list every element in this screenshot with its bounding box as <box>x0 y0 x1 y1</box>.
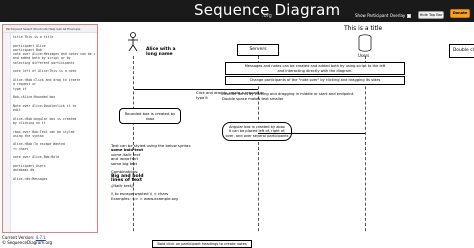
angular-box-note[interactable]: Angular box is created by abox It can be… <box>222 122 292 141</box>
top-bar: Sequence Diagram .org Show Participant O… <box>0 0 474 22</box>
participant-double-click[interactable]: Double cli <box>449 44 474 58</box>
arrow-to-db[interactable] <box>258 133 365 134</box>
editor-toolbar[interactable]: Participant Select Shortcuts Help Get Al… <box>3 25 97 33</box>
copyright: © SequenceDiagram.org <box>2 240 53 245</box>
script-editor[interactable]: Participant Select Shortcuts Help Get Al… <box>2 24 98 233</box>
database-label: Users <box>358 53 370 58</box>
participant-servers[interactable]: Servers <box>237 44 279 56</box>
diagram-title: This is a title <box>344 25 383 32</box>
hide-top-bar-button[interactable]: Hide Top Bar <box>418 11 444 19</box>
formatted-line: Examples: <> = www.example.org <box>111 195 178 201</box>
participant-overlay-toggle[interactable]: Show Participant Overlay <box>355 13 412 18</box>
note-messages[interactable]: Messages and notes can be created and ad… <box>225 62 405 75</box>
overlay-label: Show Participant Overlay <box>355 13 406 18</box>
line-number-gutter <box>3 33 11 232</box>
donate-button[interactable]: Donate <box>450 9 470 18</box>
actor-stickman-icon[interactable] <box>124 32 142 52</box>
database-icon[interactable] <box>358 34 372 52</box>
version-info: Current Version: 4.7.1 © SequenceDiagram… <box>2 235 52 245</box>
editor-line[interactable]: Alice->db:Messages <box>13 177 95 181</box>
arrow-request[interactable] <box>134 89 258 90</box>
rounded-box-note[interactable]: Rounded box is created by rbox <box>119 108 181 124</box>
bottom-note[interactable]: Bold click on participant headings to cr… <box>152 240 252 248</box>
editor-text[interactable]: title This is a title participant Alice p… <box>13 35 95 232</box>
actor-label[interactable]: Alice with a long name <box>146 47 186 57</box>
note-reorder: Reorder items by clicking and dragging i… <box>222 92 355 101</box>
app-logo-sub: .org <box>262 13 272 19</box>
formatted-text-note[interactable]: Text can be styled using the below synta… <box>111 143 191 201</box>
note-change-participants[interactable]: Change participants of the "note over" b… <box>225 76 405 85</box>
overlay-checkbox[interactable] <box>407 13 412 18</box>
